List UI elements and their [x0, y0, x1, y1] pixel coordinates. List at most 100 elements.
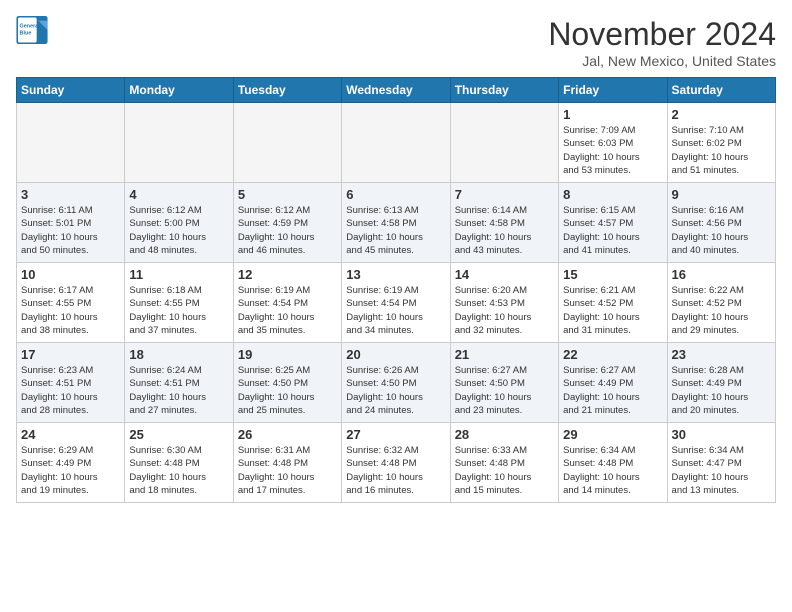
day-info: Sunrise: 6:22 AM Sunset: 4:52 PM Dayligh… — [672, 284, 771, 337]
day-number: 6 — [346, 187, 445, 202]
calendar-cell — [125, 103, 233, 183]
calendar-cell: 10 Sunrise: 6:17 AM Sunset: 4:55 PM Dayli… — [17, 263, 125, 343]
day-info: Sunrise: 6:32 AM Sunset: 4:48 PM Dayligh… — [346, 444, 445, 497]
day-info: Sunrise: 7:09 AM Sunset: 6:03 PM Dayligh… — [563, 124, 662, 177]
calendar-cell: 15 Sunrise: 6:21 AM Sunset: 4:52 PM Dayli… — [559, 263, 667, 343]
day-number: 15 — [563, 267, 662, 282]
day-number: 25 — [129, 427, 228, 442]
day-info: Sunrise: 6:29 AM Sunset: 4:49 PM Dayligh… — [21, 444, 120, 497]
calendar-cell: 5 Sunrise: 6:12 AM Sunset: 4:59 PM Daylig… — [233, 183, 341, 263]
calendar-cell: 21 Sunrise: 6:27 AM Sunset: 4:50 PM Dayli… — [450, 343, 558, 423]
calendar-cell: 13 Sunrise: 6:19 AM Sunset: 4:54 PM Dayli… — [342, 263, 450, 343]
header-friday: Friday — [559, 78, 667, 103]
day-info: Sunrise: 6:25 AM Sunset: 4:50 PM Dayligh… — [238, 364, 337, 417]
day-number: 4 — [129, 187, 228, 202]
calendar-cell: 2Sunrise: 7:10 AM Sunset: 6:02 PM Daylig… — [667, 103, 775, 183]
day-number: 24 — [21, 427, 120, 442]
day-number: 23 — [672, 347, 771, 362]
calendar-cell: 18Sunrise: 6:24 AM Sunset: 4:51 PM Dayli… — [125, 343, 233, 423]
day-number: 27 — [346, 427, 445, 442]
day-number: 19 — [238, 347, 337, 362]
calendar-cell: 12 Sunrise: 6:19 AM Sunset: 4:54 PM Dayli… — [233, 263, 341, 343]
calendar-week-5: 24 Sunrise: 6:29 AM Sunset: 4:49 PM Dayli… — [17, 423, 776, 503]
calendar-week-4: 17Sunrise: 6:23 AM Sunset: 4:51 PM Dayli… — [17, 343, 776, 423]
day-number: 26 — [238, 427, 337, 442]
header-tuesday: Tuesday — [233, 78, 341, 103]
month-title: November 2024 — [548, 16, 776, 53]
day-info: Sunrise: 6:26 AM Sunset: 4:50 PM Dayligh… — [346, 364, 445, 417]
calendar-cell: 25 Sunrise: 6:30 AM Sunset: 4:48 PM Dayli… — [125, 423, 233, 503]
day-number: 12 — [238, 267, 337, 282]
svg-text:Blue: Blue — [20, 31, 32, 37]
calendar-cell — [17, 103, 125, 183]
day-info: Sunrise: 6:27 AM Sunset: 4:49 PM Dayligh… — [563, 364, 662, 417]
calendar-week-2: 3 Sunrise: 6:11 AM Sunset: 5:01 PM Daylig… — [17, 183, 776, 263]
calendar-cell: 14Sunrise: 6:20 AM Sunset: 4:53 PM Dayli… — [450, 263, 558, 343]
day-info: Sunrise: 6:34 AM Sunset: 4:47 PM Dayligh… — [672, 444, 771, 497]
calendar-cell: 16Sunrise: 6:22 AM Sunset: 4:52 PM Dayli… — [667, 263, 775, 343]
title-block: November 2024 Jal, New Mexico, United St… — [548, 16, 776, 69]
day-number: 17 — [21, 347, 120, 362]
day-number: 10 — [21, 267, 120, 282]
day-info: Sunrise: 6:31 AM Sunset: 4:48 PM Dayligh… — [238, 444, 337, 497]
calendar-week-3: 10 Sunrise: 6:17 AM Sunset: 4:55 PM Dayli… — [17, 263, 776, 343]
day-number: 20 — [346, 347, 445, 362]
day-number: 3 — [21, 187, 120, 202]
day-info: Sunrise: 6:17 AM Sunset: 4:55 PM Dayligh… — [21, 284, 120, 337]
calendar-week-1: 1 Sunrise: 7:09 AM Sunset: 6:03 PM Daylig… — [17, 103, 776, 183]
day-number: 22 — [563, 347, 662, 362]
day-info: Sunrise: 6:15 AM Sunset: 4:57 PM Dayligh… — [563, 204, 662, 257]
calendar-cell: 4 Sunrise: 6:12 AM Sunset: 5:00 PM Daylig… — [125, 183, 233, 263]
calendar-cell: 26 Sunrise: 6:31 AM Sunset: 4:48 PM Dayli… — [233, 423, 341, 503]
calendar-cell: 9Sunrise: 6:16 AM Sunset: 4:56 PM Daylig… — [667, 183, 775, 263]
day-info: Sunrise: 6:27 AM Sunset: 4:50 PM Dayligh… — [455, 364, 554, 417]
calendar-cell: 22 Sunrise: 6:27 AM Sunset: 4:49 PM Dayli… — [559, 343, 667, 423]
day-number: 13 — [346, 267, 445, 282]
day-info: Sunrise: 6:19 AM Sunset: 4:54 PM Dayligh… — [238, 284, 337, 337]
day-number: 1 — [563, 107, 662, 122]
day-info: Sunrise: 6:11 AM Sunset: 5:01 PM Dayligh… — [21, 204, 120, 257]
day-number: 28 — [455, 427, 554, 442]
calendar-cell: 1 Sunrise: 7:09 AM Sunset: 6:03 PM Daylig… — [559, 103, 667, 183]
day-info: Sunrise: 6:21 AM Sunset: 4:52 PM Dayligh… — [563, 284, 662, 337]
calendar-cell — [450, 103, 558, 183]
day-number: 18 — [129, 347, 228, 362]
day-info: Sunrise: 6:19 AM Sunset: 4:54 PM Dayligh… — [346, 284, 445, 337]
calendar-cell: 11 Sunrise: 6:18 AM Sunset: 4:55 PM Dayli… — [125, 263, 233, 343]
calendar-cell: 27 Sunrise: 6:32 AM Sunset: 4:48 PM Dayli… — [342, 423, 450, 503]
day-info: Sunrise: 6:18 AM Sunset: 4:55 PM Dayligh… — [129, 284, 228, 337]
day-number: 5 — [238, 187, 337, 202]
calendar-cell: 8 Sunrise: 6:15 AM Sunset: 4:57 PM Daylig… — [559, 183, 667, 263]
location-subtitle: Jal, New Mexico, United States — [548, 53, 776, 69]
calendar-cell: 19 Sunrise: 6:25 AM Sunset: 4:50 PM Dayli… — [233, 343, 341, 423]
svg-text:General: General — [20, 24, 41, 30]
day-info: Sunrise: 6:33 AM Sunset: 4:48 PM Dayligh… — [455, 444, 554, 497]
day-info: Sunrise: 6:30 AM Sunset: 4:48 PM Dayligh… — [129, 444, 228, 497]
calendar-cell — [233, 103, 341, 183]
calendar-cell: 24 Sunrise: 6:29 AM Sunset: 4:49 PM Dayli… — [17, 423, 125, 503]
day-info: Sunrise: 6:20 AM Sunset: 4:53 PM Dayligh… — [455, 284, 554, 337]
calendar-cell: 7Sunrise: 6:14 AM Sunset: 4:58 PM Daylig… — [450, 183, 558, 263]
calendar-cell: 23Sunrise: 6:28 AM Sunset: 4:49 PM Dayli… — [667, 343, 775, 423]
header-saturday: Saturday — [667, 78, 775, 103]
calendar-cell: 29Sunrise: 6:34 AM Sunset: 4:48 PM Dayli… — [559, 423, 667, 503]
day-info: Sunrise: 6:14 AM Sunset: 4:58 PM Dayligh… — [455, 204, 554, 257]
day-info: Sunrise: 6:34 AM Sunset: 4:48 PM Dayligh… — [563, 444, 662, 497]
day-number: 8 — [563, 187, 662, 202]
calendar-cell: 30Sunrise: 6:34 AM Sunset: 4:47 PM Dayli… — [667, 423, 775, 503]
day-info: Sunrise: 6:12 AM Sunset: 4:59 PM Dayligh… — [238, 204, 337, 257]
calendar-table: SundayMondayTuesdayWednesdayThursdayFrid… — [16, 77, 776, 503]
day-number: 9 — [672, 187, 771, 202]
logo: General Blue — [16, 16, 48, 44]
day-number: 2 — [672, 107, 771, 122]
logo-icon: General Blue — [16, 16, 48, 44]
calendar-header-row: SundayMondayTuesdayWednesdayThursdayFrid… — [17, 78, 776, 103]
day-info: Sunrise: 6:12 AM Sunset: 5:00 PM Dayligh… — [129, 204, 228, 257]
header-wednesday: Wednesday — [342, 78, 450, 103]
header-sunday: Sunday — [17, 78, 125, 103]
day-number: 11 — [129, 267, 228, 282]
day-info: Sunrise: 6:13 AM Sunset: 4:58 PM Dayligh… — [346, 204, 445, 257]
header-thursday: Thursday — [450, 78, 558, 103]
calendar-cell: 3 Sunrise: 6:11 AM Sunset: 5:01 PM Daylig… — [17, 183, 125, 263]
day-number: 21 — [455, 347, 554, 362]
